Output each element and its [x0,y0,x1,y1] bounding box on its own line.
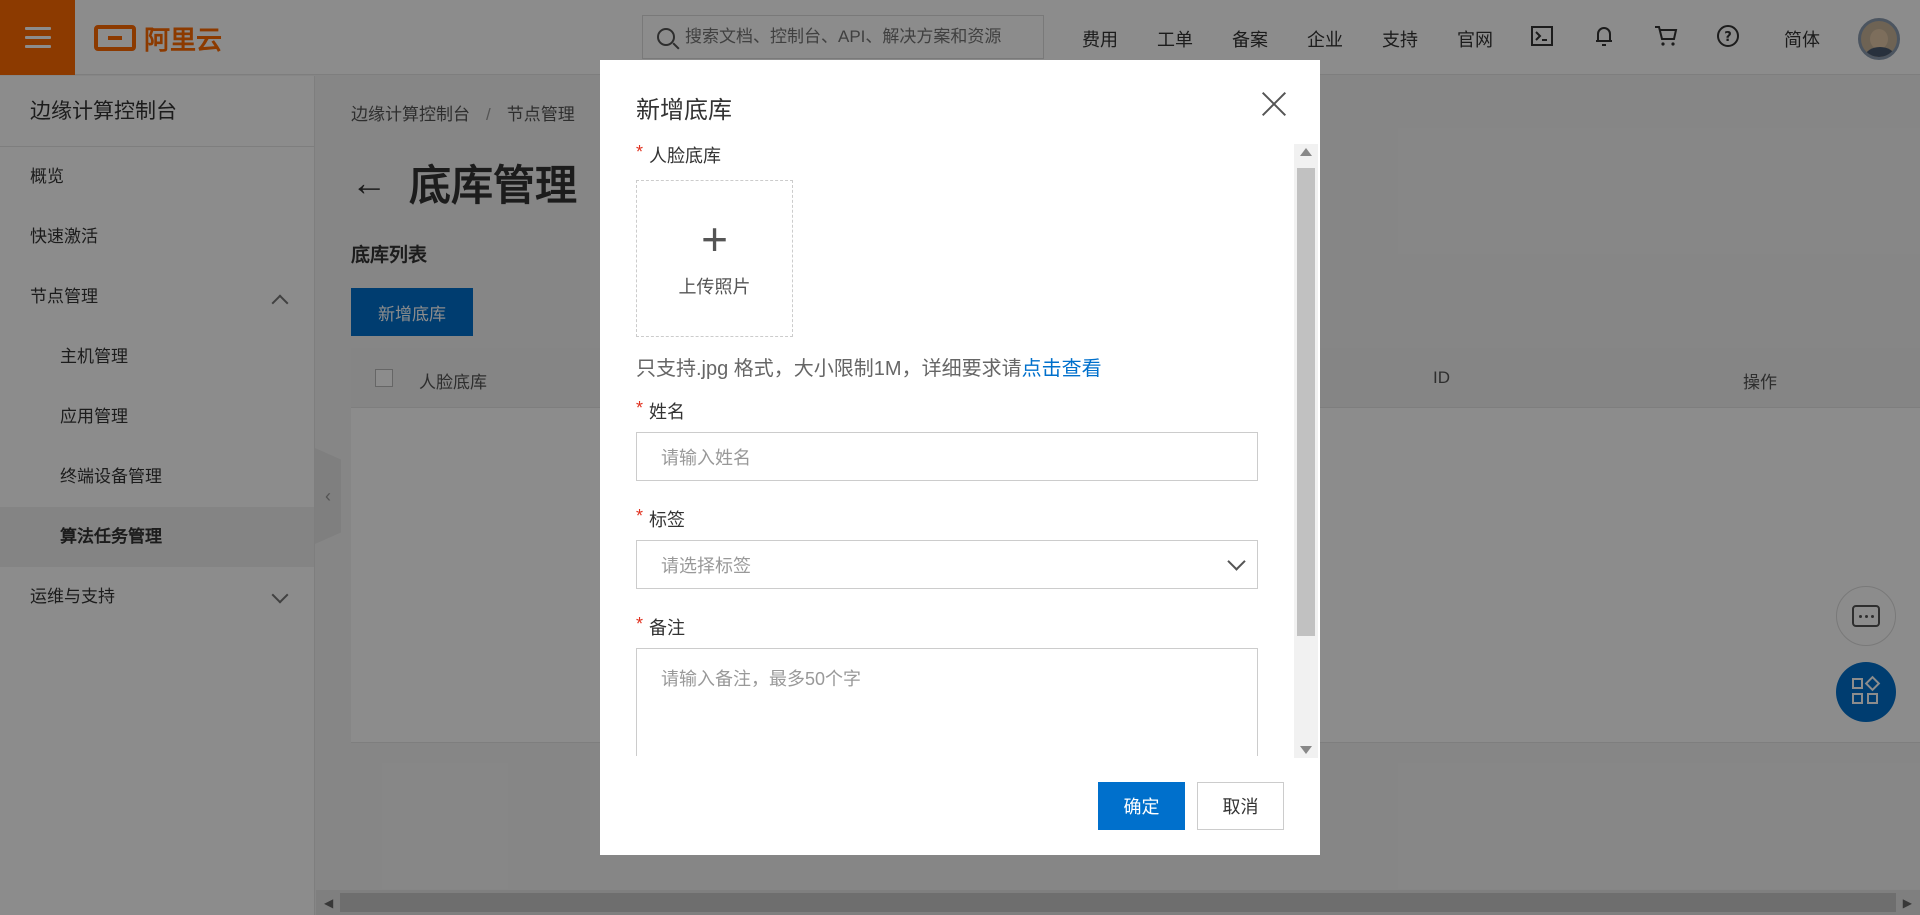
confirm-button[interactable]: 确定 [1098,782,1185,830]
dialog-scrollbar-thumb[interactable] [1297,168,1315,636]
name-placeholder: 请输入姓名 [661,447,751,468]
scroll-down-icon[interactable] [1300,746,1312,754]
upload-photo-label: 上传照片 [678,276,751,297]
chevron-down-icon [1227,552,1246,571]
name-label-text: 姓名 [649,402,686,422]
note-label: * 备注 [636,614,685,640]
name-label: * 姓名 [636,398,685,424]
tag-label: * 标签 [636,506,685,532]
scroll-up-icon[interactable] [1300,148,1312,156]
upload-hint: 只支持.jpg 格式，大小限制1M，详细要求请点击查看 [636,352,1102,381]
required-mark: * [636,506,644,526]
required-mark: * [636,614,644,634]
dialog-scrollbar[interactable] [1294,144,1318,758]
required-mark: * [636,142,644,162]
face-library-label: * 人脸底库 [636,142,721,168]
add-library-dialog: 新增底库 * 人脸底库 + 上传照片 只支持.jpg 格式，大小限制1M，详细要… [600,60,1320,855]
upload-photo-button[interactable]: + 上传照片 [636,180,793,337]
tag-label-text: 标签 [649,510,686,530]
upload-hint-text: 只支持.jpg 格式，大小限制1M，详细要求请 [636,358,1022,380]
tag-placeholder: 请选择标签 [661,555,751,576]
tag-select[interactable]: 请选择标签 [636,540,1258,589]
note-label-text: 备注 [649,618,686,638]
name-input[interactable]: 请输入姓名 [636,432,1258,481]
close-icon[interactable] [1260,90,1288,118]
note-textarea[interactable]: 请输入备注，最多50个字 [636,648,1258,756]
dialog-body: * 人脸底库 + 上传照片 只支持.jpg 格式，大小限制1M，详细要求请点击查… [636,142,1268,756]
dialog-title: 新增底库 [636,97,732,124]
cancel-button[interactable]: 取消 [1197,782,1284,830]
face-library-label-text: 人脸底库 [649,146,722,166]
view-requirements-link[interactable]: 点击查看 [1022,358,1102,380]
note-placeholder: 请输入备注，最多50个字 [661,669,862,689]
plus-icon: + [701,212,728,265]
required-mark: * [636,398,644,418]
